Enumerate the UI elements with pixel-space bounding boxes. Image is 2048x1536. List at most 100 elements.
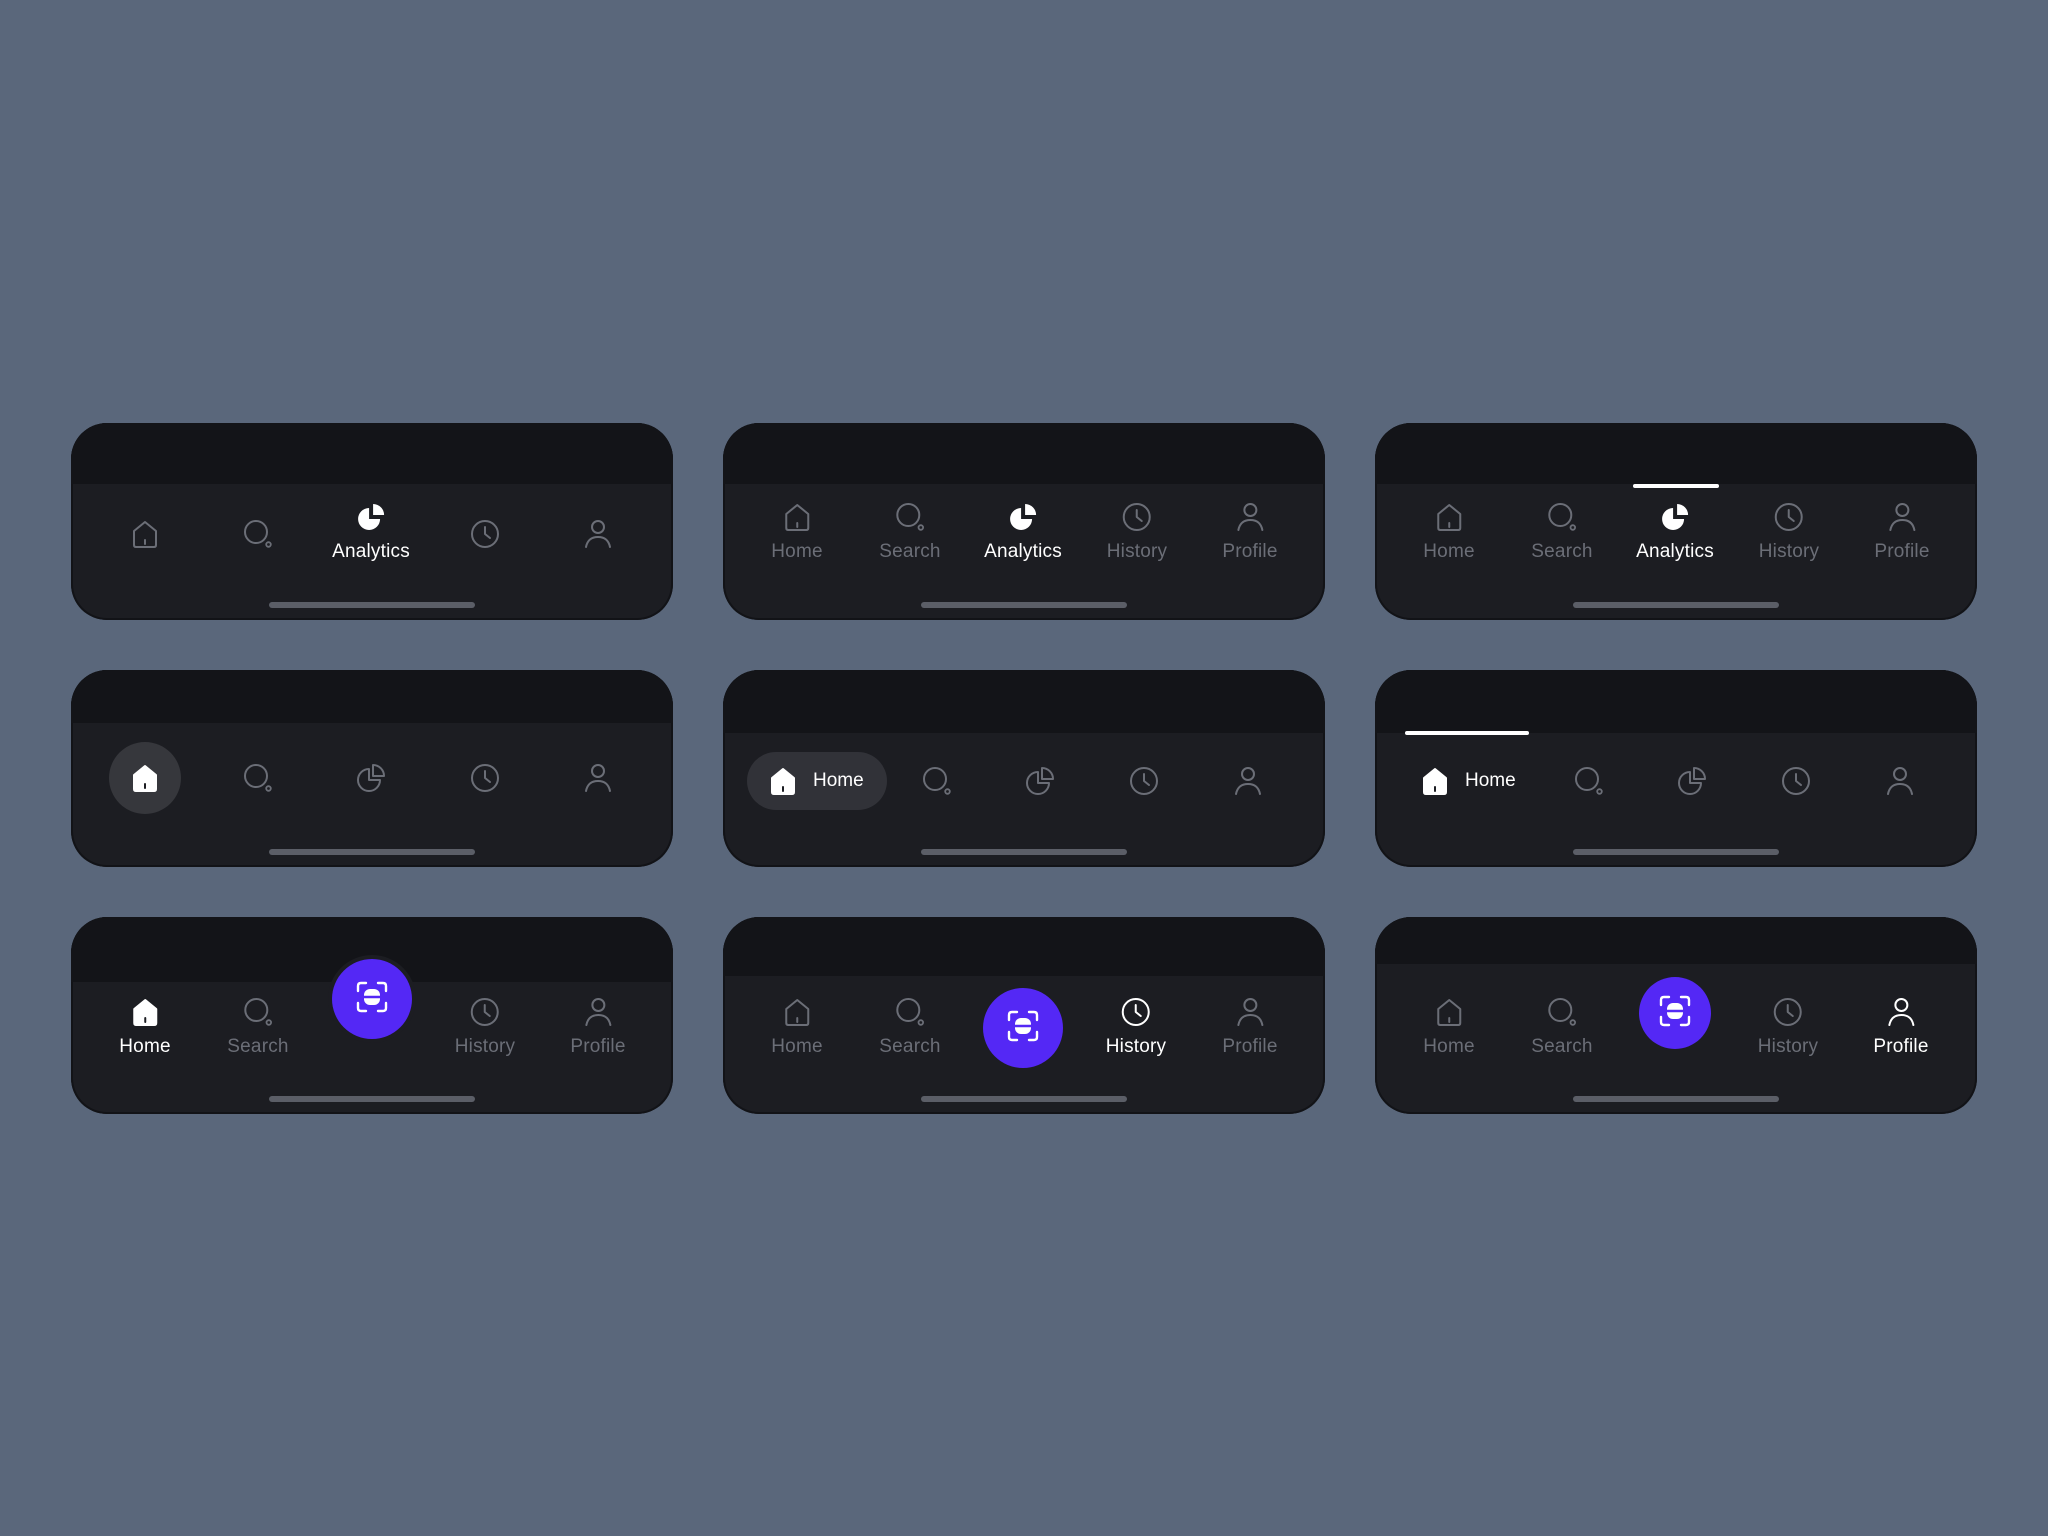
tabbar-r2c1 — [71, 670, 673, 867]
tab-analytics[interactable] — [1674, 763, 1710, 799]
tabbar-r1c1: Analytics — [71, 423, 673, 620]
profile-icon — [1883, 994, 1919, 1030]
tab-history[interactable] — [1778, 763, 1814, 799]
tab-home[interactable]: Home — [771, 994, 823, 1058]
tab-search[interactable]: Search — [1531, 994, 1593, 1058]
home-icon — [779, 499, 815, 535]
tab-search[interactable]: Search — [879, 994, 941, 1058]
tab-label: Home — [1423, 1036, 1475, 1057]
tab-label: Home — [813, 770, 864, 791]
tab-profile[interactable] — [1230, 763, 1266, 799]
tab-search[interactable]: Search — [879, 499, 941, 563]
tabbar-top — [71, 423, 673, 484]
tab-home[interactable]: Home — [119, 994, 171, 1058]
tab-history[interactable]: History — [1107, 499, 1168, 563]
tab-profile[interactable]: Profile — [1222, 994, 1277, 1058]
tab-label: Profile — [1222, 541, 1278, 562]
profile-icon — [580, 516, 616, 552]
tab-history[interactable] — [1126, 763, 1162, 799]
tab-search[interactable] — [919, 763, 955, 799]
tab-search[interactable]: Search — [227, 994, 289, 1058]
tabbar-r3c2: Home Search History Profile — [723, 917, 1325, 1114]
profile-icon — [1882, 763, 1918, 799]
home-indicator — [1573, 849, 1779, 855]
tabbar-r2c3: Home — [1375, 670, 1977, 867]
tab-search[interactable]: Search — [1531, 499, 1593, 563]
tab-search[interactable] — [1571, 763, 1607, 799]
tab-home[interactable] — [127, 516, 163, 552]
home-indicator — [921, 602, 1127, 608]
tab-label: Home — [771, 1036, 823, 1057]
tab-analytics[interactable]: Analytics — [984, 499, 1062, 563]
tab-history[interactable] — [467, 760, 503, 796]
analytics-icon — [353, 760, 389, 796]
tab-profile[interactable] — [580, 760, 616, 796]
tab-profile[interactable] — [580, 516, 616, 552]
home-icon — [1431, 499, 1467, 535]
search-icon — [1544, 499, 1580, 535]
history-icon — [467, 760, 503, 796]
tab-home[interactable]: Home — [1423, 994, 1475, 1058]
tab-history[interactable] — [467, 516, 503, 552]
profile-icon — [580, 760, 616, 796]
tab-label: Analytics — [984, 541, 1062, 562]
tabbar-r1c2: Home Search Analytics History Profile — [723, 423, 1325, 620]
search-icon — [1571, 763, 1607, 799]
tabbar-top — [71, 670, 673, 723]
tab-search[interactable] — [240, 516, 276, 552]
tab-profile[interactable]: Profile — [1874, 499, 1929, 563]
active-tab-underline — [1405, 731, 1529, 735]
home-icon — [1417, 763, 1453, 799]
tab-history[interactable]: History — [1758, 994, 1819, 1058]
tab-profile[interactable]: Profile — [1222, 499, 1277, 563]
tab-label: Analytics — [1636, 541, 1714, 562]
tab-home[interactable] — [127, 760, 163, 796]
tab-label: Profile — [1874, 541, 1930, 562]
tabbar-top — [723, 423, 1325, 484]
home-indicator — [1573, 1096, 1779, 1102]
tab-label: Profile — [1873, 1036, 1929, 1057]
tab-home[interactable]: Home — [747, 752, 887, 810]
tab-label: History — [1105, 1036, 1167, 1057]
tabbar-top — [723, 917, 1325, 976]
tab-analytics[interactable] — [353, 760, 389, 796]
search-icon — [919, 763, 955, 799]
tab-label: Analytics — [332, 541, 410, 562]
tabbar-top — [1375, 917, 1977, 964]
profile-icon — [1232, 499, 1268, 535]
tab-analytics[interactable] — [1022, 763, 1058, 799]
tab-label: History — [1757, 1036, 1819, 1057]
tab-profile[interactable]: Profile — [1873, 994, 1928, 1058]
profile-icon — [1232, 994, 1268, 1030]
scan-button[interactable] — [332, 959, 412, 1039]
home-icon — [1431, 994, 1467, 1030]
home-icon — [765, 763, 801, 799]
tab-label: Home — [119, 1036, 171, 1057]
history-icon — [1126, 763, 1162, 799]
tabbar-top — [1375, 670, 1977, 733]
tab-label: Search — [879, 1036, 941, 1057]
search-icon — [240, 516, 276, 552]
tab-home[interactable]: Home — [1423, 499, 1475, 563]
tab-home[interactable]: Home — [771, 499, 823, 563]
scan-icon — [352, 977, 392, 1022]
scan-button[interactable] — [983, 988, 1063, 1068]
tab-history[interactable]: History — [1106, 994, 1167, 1058]
tab-analytics[interactable]: Analytics — [1636, 499, 1714, 563]
tab-label: Search — [227, 1036, 289, 1057]
analytics-icon — [1674, 763, 1710, 799]
tab-profile[interactable] — [1882, 763, 1918, 799]
tab-history[interactable]: History — [1759, 499, 1820, 563]
tab-profile[interactable]: Profile — [570, 994, 625, 1058]
tab-label: Home — [1465, 770, 1516, 791]
history-icon — [1778, 763, 1814, 799]
tab-history[interactable]: History — [455, 994, 516, 1058]
tab-home[interactable]: Home — [1417, 763, 1516, 799]
tab-analytics[interactable]: Analytics — [332, 499, 410, 563]
home-indicator — [921, 1096, 1127, 1102]
tab-label: Profile — [1222, 1036, 1278, 1057]
scan-button[interactable] — [1639, 977, 1711, 1049]
tab-label: Search — [1531, 541, 1593, 562]
tab-search[interactable] — [240, 760, 276, 796]
search-icon — [240, 760, 276, 796]
